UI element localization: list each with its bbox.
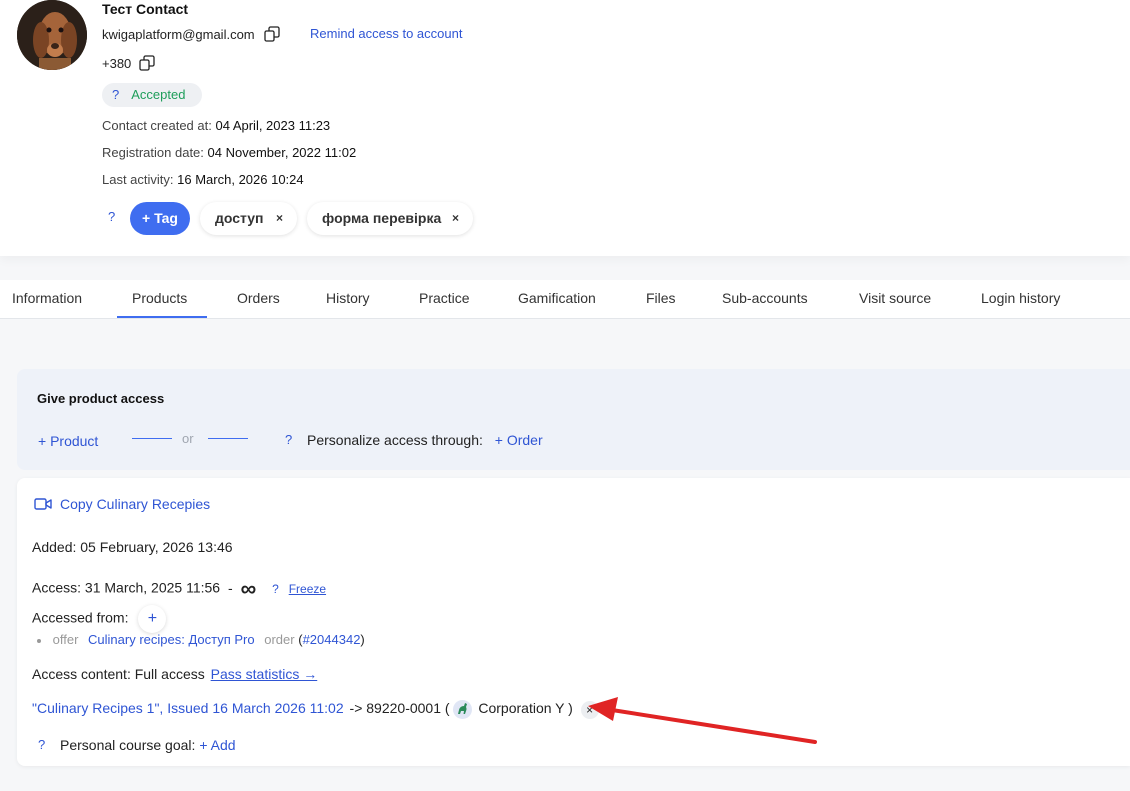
remove-tag-icon[interactable]: × — [452, 202, 459, 235]
tab-practice[interactable]: Practice — [419, 290, 470, 306]
goal-row: Personal course goal: + Add — [60, 737, 236, 753]
personalize-help-icon[interactable]: ? — [285, 432, 292, 447]
contact-phone: +380 — [102, 55, 132, 71]
offer-link[interactable]: Culinary recipes: Доступ Pro — [88, 632, 255, 647]
added-label: Added: — [32, 539, 77, 555]
added-row: Added: 05 February, 2026 13:46 — [32, 539, 233, 555]
activity-row: Last activity: 16 March, 2026 10:24 — [102, 172, 304, 187]
created-value: 04 April, 2023 11:23 — [215, 118, 331, 133]
add-tag-button[interactable]: + Tag — [130, 202, 190, 235]
created-label: Contact created at: — [102, 118, 212, 133]
tag-label: доступ — [215, 210, 264, 226]
tab-information[interactable]: Information — [12, 290, 82, 306]
or-separator: or — [182, 431, 194, 446]
dog-avatar-image — [17, 0, 87, 70]
paren-close: ) — [568, 700, 573, 717]
bullet-dot — [37, 638, 41, 643]
created-row: Contact created at: 04 April, 2023 11:23 — [102, 118, 330, 133]
product-title-link[interactable]: Copy Culinary Recepies — [60, 496, 210, 512]
certificate-arrow: -> — [349, 700, 363, 717]
status-badge: ? Accepted — [102, 83, 202, 107]
tab-bar: Information Products Orders History Prac… — [0, 280, 1130, 319]
order-paren-close: ) — [360, 632, 365, 647]
tab-sub-accounts[interactable]: Sub-accounts — [722, 290, 808, 306]
access-content-row: Access content: Full access Pass statist… — [32, 666, 317, 682]
goal-label: Personal course goal: — [60, 737, 196, 753]
access-content-label: Access content: — [32, 666, 131, 682]
give-access-title: Give product access — [37, 391, 165, 406]
remove-certificate-button[interactable]: × — [580, 700, 599, 719]
registration-row: Registration date: 04 November, 2022 11:… — [102, 145, 356, 160]
divider — [208, 438, 248, 439]
contact-header: Тест Contact kwigaplatform@gmail.com Rem… — [0, 0, 1130, 256]
copy-phone-icon[interactable] — [139, 55, 155, 74]
freeze-help-icon[interactable]: ? — [272, 582, 279, 596]
tag-label: форма перевірка — [322, 210, 442, 226]
remove-tag-icon[interactable]: × — [276, 202, 283, 235]
tags-help-icon[interactable]: ? — [108, 209, 115, 224]
divider — [132, 438, 172, 439]
dinosaur-icon — [453, 700, 473, 719]
contact-name: Тест Contact — [102, 1, 189, 17]
status-text: Accepted — [131, 87, 186, 102]
video-icon — [34, 497, 52, 514]
remind-access-link[interactable]: Remind access to account — [310, 26, 462, 41]
accessed-from-row: Accessed from: + — [32, 605, 167, 633]
corporation-name: Corporation Y — [478, 700, 565, 717]
order-link[interactable]: #2044342 — [303, 632, 361, 647]
certificate-row: "Culinary Recipes 1", Issued 16 March 20… — [32, 700, 599, 719]
add-access-source-button[interactable]: + — [138, 605, 167, 633]
activity-label: Last activity: — [102, 172, 174, 187]
certificate-number: 89220-0001 — [366, 700, 442, 717]
infinity-icon: ∞ — [240, 576, 257, 601]
active-tab-indicator — [117, 316, 207, 318]
offer-label: offer — [52, 632, 79, 647]
access-dash: - — [227, 579, 233, 596]
avatar[interactable] — [17, 0, 87, 70]
access-row: Access: 31 March, 2025 11:56 - ∞ ? Freez… — [32, 576, 326, 602]
tab-products[interactable]: Products — [132, 290, 187, 306]
goal-help-icon[interactable]: ? — [38, 737, 45, 752]
tab-login-history[interactable]: Login history — [981, 290, 1060, 306]
product-card: Copy Culinary Recepies Added: 05 Februar… — [17, 478, 1130, 766]
personalize-label: Personalize access through: — [307, 432, 483, 448]
access-label: Access: — [32, 579, 82, 596]
email-row: kwigaplatform@gmail.com — [102, 26, 280, 45]
tab-files[interactable]: Files — [646, 290, 676, 306]
added-value: 05 February, 2026 13:46 — [80, 539, 233, 555]
registration-value: 04 November, 2022 11:02 — [207, 145, 357, 160]
give-access-panel: Give product access + Product or ? Perso… — [17, 369, 1130, 470]
personalize-row: Personalize access through: + Order — [307, 432, 543, 448]
status-help-icon[interactable]: ? — [112, 87, 119, 102]
tab-history[interactable]: History — [326, 290, 370, 306]
phone-row: +380 — [102, 55, 155, 74]
accessed-from-label: Accessed from: — [32, 609, 129, 626]
access-source-item: offer Culinary recipes: Доступ Pro order… — [37, 632, 365, 647]
access-content-value: Full access — [134, 666, 205, 682]
tag-chip: доступ × — [200, 202, 297, 235]
freeze-link[interactable]: Freeze — [289, 582, 326, 596]
copy-email-icon[interactable] — [264, 26, 280, 45]
activity-value: 16 March, 2026 10:24 — [177, 172, 304, 187]
order-label: order — [264, 632, 295, 647]
access-value: 31 March, 2025 11:56 — [84, 579, 221, 596]
add-order-link[interactable]: + Order — [495, 432, 543, 448]
registration-label: Registration date: — [102, 145, 204, 160]
tag-chip: форма перевірка × — [307, 202, 473, 235]
tab-orders[interactable]: Orders — [237, 290, 280, 306]
tab-visit-source[interactable]: Visit source — [859, 290, 931, 306]
certificate-link[interactable]: "Culinary Recipes 1", Issued 16 March 20… — [32, 700, 344, 716]
add-goal-link[interactable]: + Add — [199, 737, 235, 753]
contact-email: kwigaplatform@gmail.com — [102, 26, 255, 42]
paren-open: ( — [444, 700, 450, 717]
product-title-row: Copy Culinary Recepies — [34, 496, 210, 514]
add-product-link[interactable]: + Product — [38, 433, 98, 449]
tab-gamification[interactable]: Gamification — [518, 290, 596, 306]
pass-statistics-link[interactable]: Pass statistics → — [211, 666, 318, 682]
